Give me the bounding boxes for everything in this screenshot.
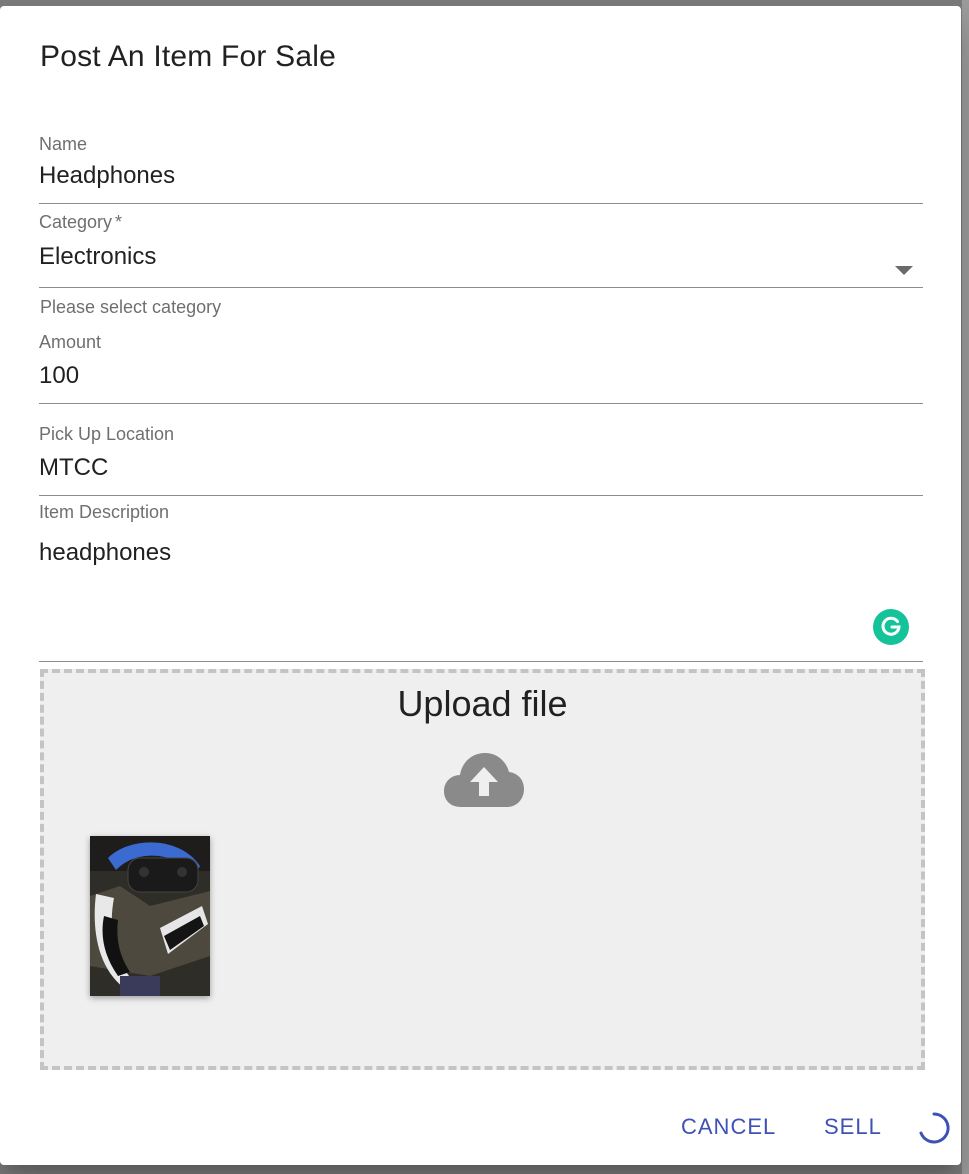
category-value[interactable]: Electronics — [39, 243, 923, 271]
name-underline — [39, 203, 923, 204]
name-label: Name — [39, 134, 88, 154]
uploaded-image-thumbnail[interactable] — [90, 836, 210, 996]
background-page-strip — [962, 0, 969, 1174]
grammarly-icon[interactable] — [873, 609, 909, 645]
cancel-button[interactable]: CANCEL — [681, 1114, 776, 1140]
pickup-location-input[interactable]: MTCC — [39, 454, 923, 482]
item-description-label: Item Description — [39, 502, 170, 522]
item-description-field[interactable]: Item Description headphones — [39, 502, 923, 662]
amount-underline — [39, 403, 923, 404]
pickup-location-label: Pick Up Location — [39, 424, 175, 444]
category-label: Category * — [39, 212, 123, 232]
sell-button[interactable]: SELL — [824, 1114, 882, 1140]
upload-title: Upload file — [397, 683, 568, 724]
pickup-location-underline — [39, 495, 923, 496]
amount-label: Amount — [39, 332, 102, 352]
item-description-underline — [39, 661, 923, 662]
name-input[interactable]: Headphones — [39, 162, 923, 190]
chevron-down-icon[interactable] — [895, 266, 913, 275]
amount-field[interactable]: Amount 100 — [39, 332, 923, 410]
category-helper-text: Please select category — [40, 297, 222, 317]
loading-spinner-icon — [919, 1112, 950, 1144]
category-select[interactable]: Category * Electronics — [39, 212, 923, 294]
pickup-location-field[interactable]: Pick Up Location MTCC — [39, 424, 923, 502]
post-item-dialog: Post An Item For Sale Name Headphones Ca… — [0, 6, 961, 1165]
dialog-title: Post An Item For Sale — [40, 40, 336, 73]
amount-input[interactable]: 100 — [39, 362, 923, 390]
name-field[interactable]: Name Headphones — [39, 134, 923, 210]
item-description-textarea[interactable]: headphones — [39, 539, 923, 567]
category-underline — [39, 287, 923, 288]
upload-dropzone[interactable]: Upload file — [40, 669, 925, 1070]
cloud-upload-icon — [444, 753, 524, 807]
